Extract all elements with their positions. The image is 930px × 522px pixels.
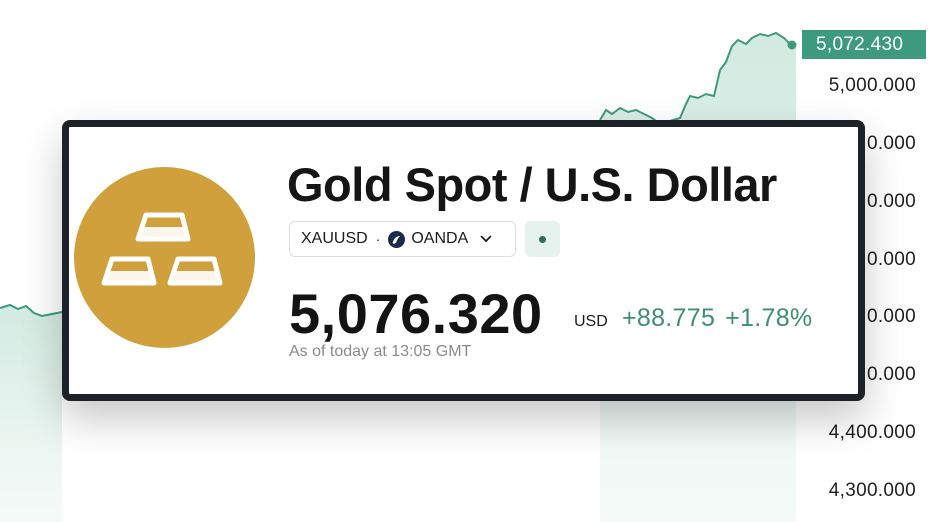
gold-bars-icon xyxy=(74,167,255,348)
last-price-marker xyxy=(787,40,797,50)
instrument-title: Gold Spot / U.S. Dollar xyxy=(287,158,777,211)
price-axis-label: 0.000 xyxy=(866,364,916,385)
market-status-dot xyxy=(539,236,546,243)
price-axis-label: 0.000 xyxy=(866,306,916,327)
price-currency: USD xyxy=(574,313,608,330)
price-axis-label: 4,300.000 xyxy=(828,480,916,501)
price-axis-label: 0.000 xyxy=(866,133,916,154)
change-percent: +1.78% xyxy=(725,304,813,332)
price-change: +88.775 +1.78% xyxy=(622,304,812,333)
price-axis-label: 0.000 xyxy=(866,191,916,212)
last-price: 5,076.320 xyxy=(289,282,543,345)
oanda-logo-icon xyxy=(388,230,406,248)
price-axis-label: 4,400.000 xyxy=(828,422,916,443)
chevron-down-icon xyxy=(480,230,492,248)
price-axis-label: 5,000.000 xyxy=(828,75,916,96)
exchange-name: OANDA xyxy=(411,230,469,247)
symbol-separator: · xyxy=(375,231,381,247)
change-absolute: +88.775 xyxy=(622,304,716,332)
symbol-ticker: XAUUSD xyxy=(301,230,368,247)
symbol-info-card: Gold Spot / U.S. Dollar XAUUSD · OANDA 5… xyxy=(62,120,865,401)
price-area-fill xyxy=(0,305,62,522)
price-axis-label: 0.000 xyxy=(866,249,916,270)
symbol-selector[interactable]: XAUUSD · OANDA xyxy=(289,221,516,257)
market-status-button[interactable] xyxy=(525,221,560,257)
current-price-tag: 5,072.430 xyxy=(802,30,926,59)
price-timestamp: As of today at 13:05 GMT xyxy=(289,343,472,360)
